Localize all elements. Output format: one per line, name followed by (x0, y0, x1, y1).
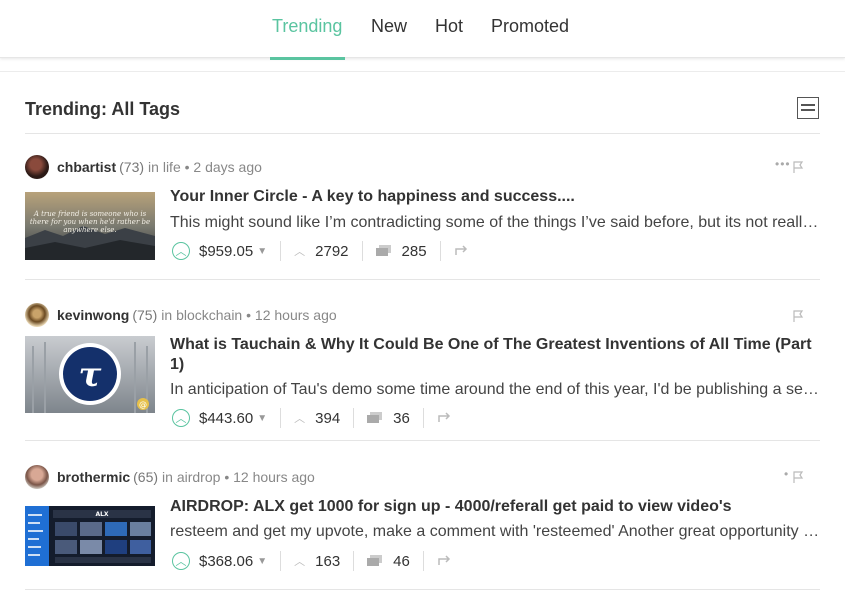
category-link[interactable]: blockchain (176, 307, 242, 323)
votes-icon[interactable]: ︿ (294, 243, 305, 259)
tauchain-logo: τ (79, 355, 102, 395)
post-title-link[interactable]: Your Inner Circle - A key to happiness a… (170, 187, 820, 207)
top-nav: Trending New Hot Promoted (0, 0, 845, 60)
category-link[interactable]: airdrop (177, 469, 221, 485)
tab-new[interactable]: New (371, 16, 407, 37)
resteem-icon[interactable] (437, 412, 453, 424)
post-meta: brothermic (65) in airdrop • 12 hours ag… (25, 465, 315, 489)
flag-icon[interactable] (793, 161, 805, 174)
comment-icon[interactable] (375, 245, 392, 257)
votes-icon[interactable]: ︿ (294, 553, 305, 569)
caret-down-icon[interactable]: ▼ (257, 246, 267, 257)
layout-toggle-icon[interactable] (797, 97, 819, 119)
upvote-icon[interactable]: ︿ (172, 242, 190, 260)
active-tab-indicator (270, 57, 345, 60)
flag-icon[interactable] (793, 471, 805, 484)
resteem-icon[interactable] (437, 555, 453, 567)
post-time[interactable]: 12 hours ago (255, 307, 337, 323)
reputation-score: (75) (132, 307, 158, 323)
post-time[interactable]: 12 hours ago (233, 469, 315, 485)
caret-down-icon[interactable]: ▼ (257, 556, 267, 567)
tab-promoted[interactable]: Promoted (491, 16, 569, 37)
post-footer: ︿ $443.60 ▼ ︿ 394 36 (170, 406, 453, 430)
vote-count[interactable]: 394 (315, 410, 340, 427)
resteem-icon[interactable] (454, 245, 470, 257)
post-excerpt[interactable]: In anticipation of Tau's demo some time … (170, 380, 820, 400)
post-title-link[interactable]: What is Tauchain & Why It Could Be One o… (170, 335, 820, 375)
comment-count[interactable]: 46 (393, 553, 410, 570)
post-footer: ︿ $959.05 ▼ ︿ 2792 285 (170, 239, 470, 263)
post-time[interactable]: 2 days ago (193, 159, 262, 175)
author-link[interactable]: kevinwong (57, 307, 129, 323)
avatar[interactable] (25, 465, 49, 489)
avatar[interactable] (25, 155, 49, 179)
in-label: in (161, 307, 173, 323)
reputation-score: (65) (133, 469, 159, 485)
votes-icon[interactable]: ︿ (294, 410, 305, 426)
author-link[interactable]: brothermic (57, 469, 130, 485)
comment-count[interactable]: 36 (393, 410, 410, 427)
payout-value[interactable]: $443.60 (199, 410, 253, 427)
svg-text:there for you when he'd rather: there for you when he'd rather be (30, 218, 150, 226)
post-thumbnail[interactable]: τ @ (25, 336, 155, 413)
post-excerpt[interactable]: resteem and get my upvote, make a commen… (170, 522, 820, 542)
more-options-icon[interactable]: • (784, 467, 789, 481)
post-thumbnail[interactable]: A true friend is someone who is there fo… (25, 192, 155, 260)
alx-logo: ALX (95, 511, 108, 518)
divider (25, 133, 820, 134)
divider (0, 71, 845, 72)
more-options-icon[interactable]: ••• (775, 157, 791, 171)
upvote-icon[interactable]: ︿ (172, 552, 190, 570)
in-label: in (148, 159, 159, 175)
post-excerpt[interactable]: This might sound like I’m contradicting … (170, 213, 820, 233)
svg-text:A true friend is someone who i: A true friend is someone who is (33, 210, 147, 218)
tab-hot[interactable]: Hot (435, 16, 463, 37)
vote-count[interactable]: 163 (315, 553, 340, 570)
post-meta: chbartist (73) in life • 2 days ago (25, 155, 262, 179)
comment-count[interactable]: 285 (402, 243, 427, 260)
reputation-score: (73) (119, 159, 145, 175)
flag-icon[interactable] (793, 310, 805, 323)
author-link[interactable]: chbartist (57, 159, 116, 175)
comment-icon[interactable] (367, 555, 383, 567)
svg-text:anywhere else.: anywhere else. (63, 226, 116, 234)
upvote-icon[interactable]: ︿ (172, 409, 190, 427)
vote-count[interactable]: 2792 (315, 243, 348, 260)
in-label: in (162, 469, 173, 485)
post-meta: kevinwong (75) in blockchain • 12 hours … (25, 303, 337, 327)
post-title-link[interactable]: AIRDROP: ALX get 1000 for sign up - 4000… (170, 497, 820, 517)
post-footer: ︿ $368.06 ▼ ︿ 163 46 (170, 549, 453, 573)
caret-down-icon[interactable]: ▼ (257, 413, 267, 424)
post-thumbnail[interactable]: ALX (25, 506, 155, 566)
comment-icon[interactable] (367, 412, 383, 424)
payout-value[interactable]: $368.06 (199, 553, 253, 570)
page-title: Trending: All Tags (25, 99, 181, 119)
tab-trending[interactable]: Trending (272, 16, 342, 37)
svg-text:@: @ (139, 400, 147, 409)
avatar[interactable] (25, 303, 49, 327)
category-link[interactable]: life (163, 159, 181, 175)
payout-value[interactable]: $959.05 (199, 243, 253, 260)
